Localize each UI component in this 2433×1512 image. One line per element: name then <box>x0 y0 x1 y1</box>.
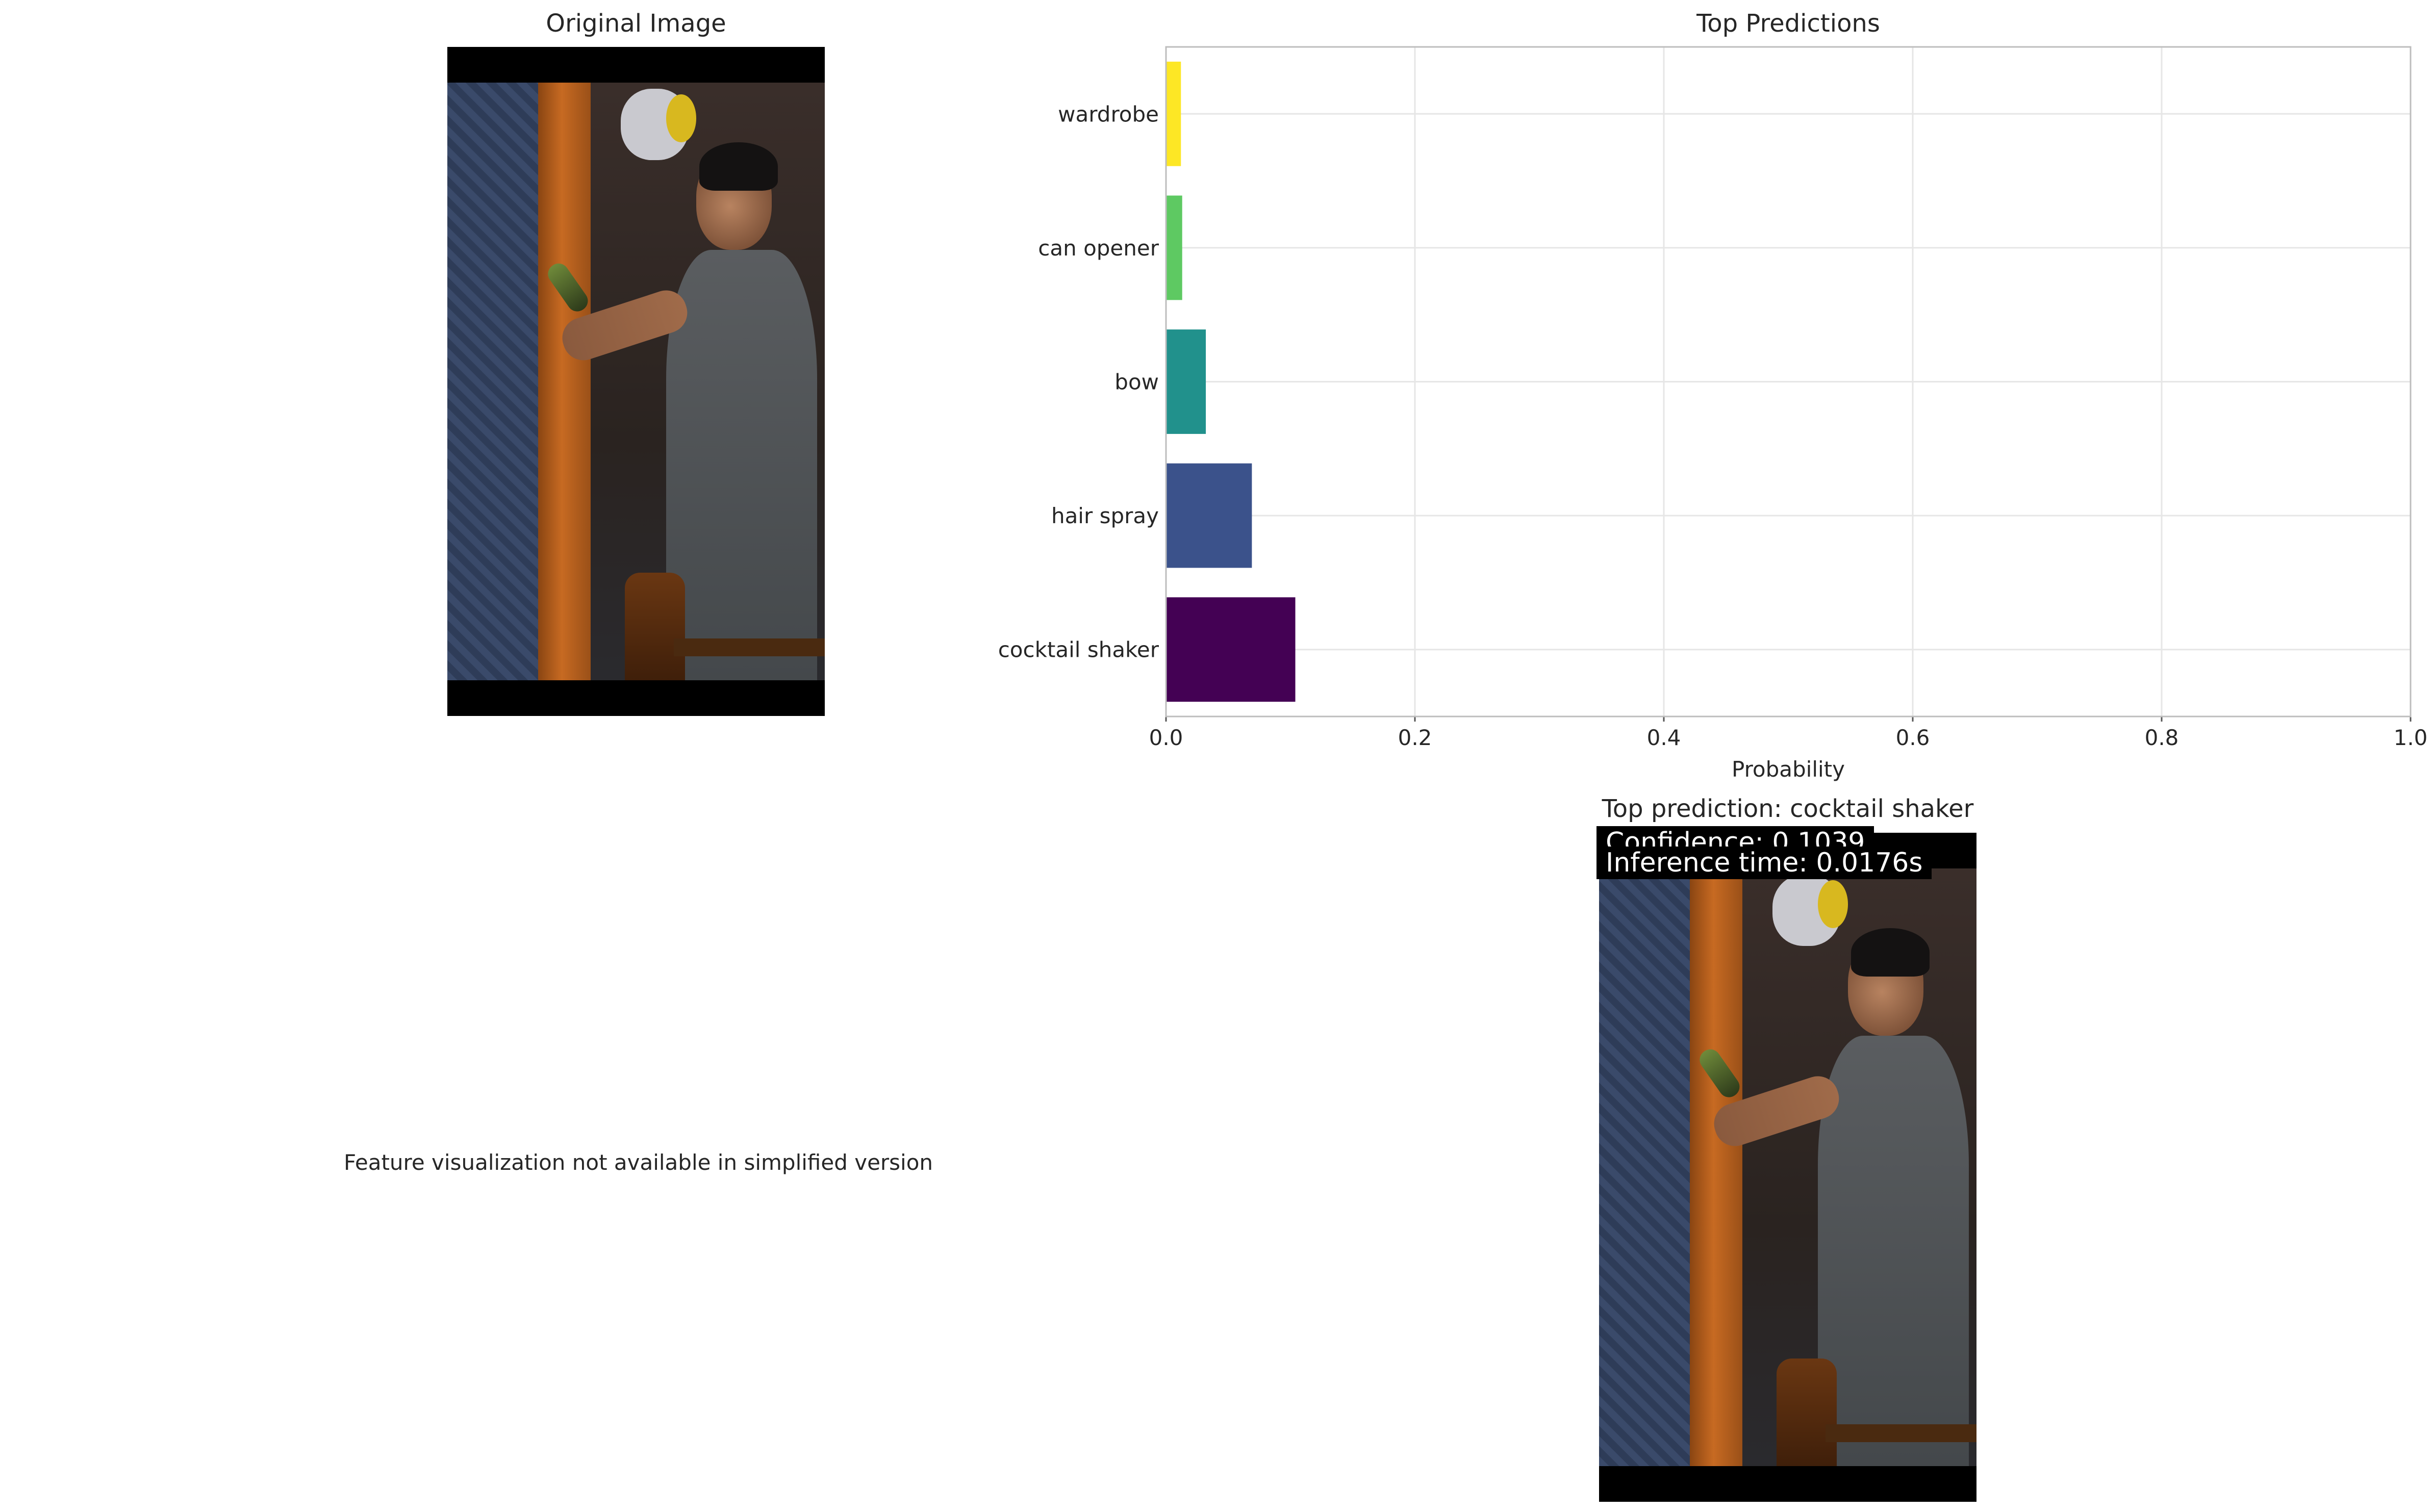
bar <box>1166 195 1182 300</box>
bar <box>1166 61 1181 166</box>
y-category-label: wardrobe <box>1058 101 1159 126</box>
x-tick-label: 0.2 <box>1398 725 1432 750</box>
x-tick-label: 0.0 <box>1149 725 1183 750</box>
y-category-label: cocktail shaker <box>998 637 1159 662</box>
x-tick-label: 0.8 <box>2145 725 2179 750</box>
result-title: Top prediction: cocktail shaker <box>1602 795 1974 823</box>
result-image <box>1599 833 1976 1502</box>
feature-visualization-note: Feature visualization not available in s… <box>344 1150 933 1175</box>
y-category-label: can opener <box>1038 236 1159 261</box>
x-tick-label: 1.0 <box>2394 725 2428 750</box>
x-tick-label: 0.6 <box>1896 725 1930 750</box>
inference-time-label: Inference time: 0.0176s <box>1596 847 1932 879</box>
x-axis-label: Probability <box>1732 757 1845 782</box>
confidence-label: Confidence: 0.1039 <box>1596 826 1874 847</box>
bar <box>1166 463 1252 568</box>
y-category-label: bow <box>1114 370 1159 395</box>
y-category-label: hair spray <box>1051 503 1159 528</box>
x-tick-label: 0.4 <box>1647 725 1681 750</box>
bar <box>1166 329 1206 434</box>
predictions-chart: 0.0 0.2 0.4 0.6 0.8 1.0 cocktail shaker hair sp… <box>998 46 2428 782</box>
bar <box>1166 597 1296 702</box>
